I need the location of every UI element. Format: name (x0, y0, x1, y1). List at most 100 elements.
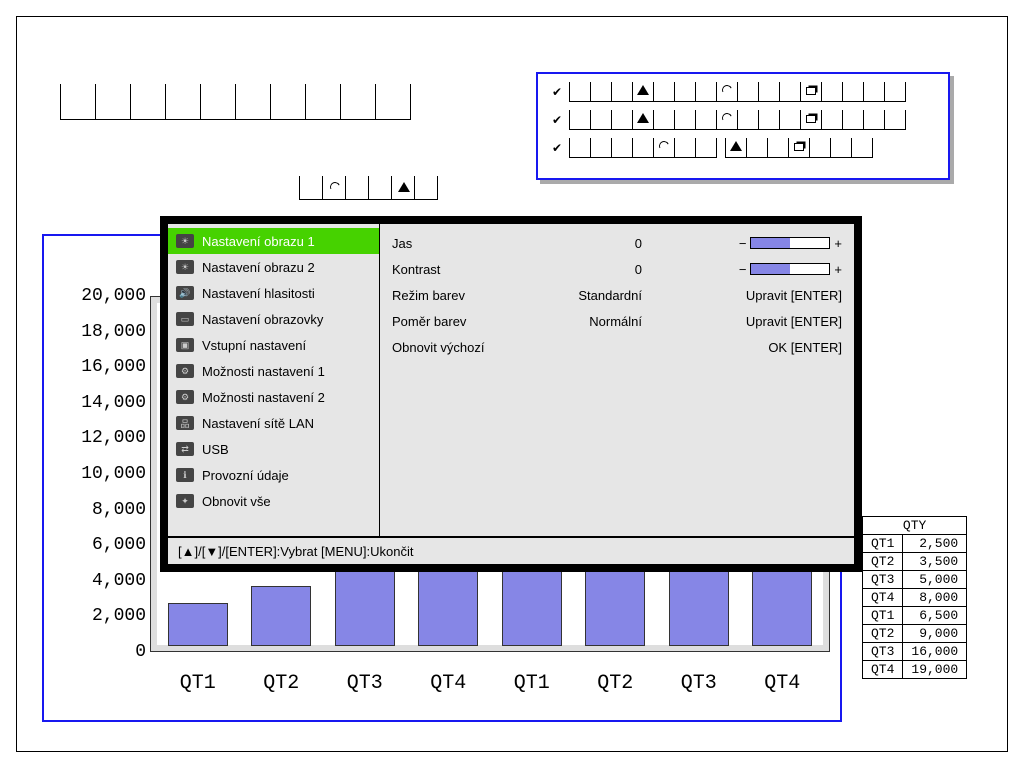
x-tick-label: QT3 (347, 672, 383, 695)
table-row: QT48,000 (863, 589, 967, 607)
y-tick-label: 20,000 (62, 286, 146, 306)
menu-item-icon: ▣ (176, 338, 194, 352)
osd-label: Poměr barev (392, 314, 552, 329)
x-tick-label: QT4 (430, 672, 466, 695)
menu-item-label: Možnosti nastavení 2 (202, 390, 325, 405)
osd-action: Upravit [ENTER] (652, 314, 842, 329)
osd-menu-item[interactable]: ℹ Provozní údaje (168, 462, 379, 488)
table-row: QT23,500 (863, 553, 967, 571)
osd-value: 0 (552, 236, 652, 251)
table-row: QT29,000 (863, 625, 967, 643)
legend-row: ✔ (552, 110, 934, 130)
check-icon: ✔ (552, 141, 562, 155)
menu-item-label: USB (202, 442, 229, 457)
menu-item-icon: 品 (176, 416, 194, 430)
osd-value: Standardní (552, 288, 652, 303)
y-tick-label: 0 (62, 642, 146, 662)
osd-label: Režim barev (392, 288, 552, 303)
plus-icon[interactable]: + (834, 236, 842, 251)
y-tick-label: 12,000 (62, 428, 146, 448)
y-tick-label: 6,000 (62, 535, 146, 555)
menu-item-icon: ☀ (176, 234, 194, 248)
table-row: QT16,500 (863, 607, 967, 625)
placeholder-subtitle-boxes (300, 176, 438, 200)
osd-setting-color-ratio[interactable]: Poměr barev Normální Upravit [ENTER] (392, 308, 842, 334)
chart-y-axis: 02,0004,0006,0008,00010,00012,00014,0001… (62, 296, 146, 652)
slider[interactable] (750, 263, 830, 275)
menu-item-label: Provozní údaje (202, 468, 289, 483)
y-tick-label: 14,000 (62, 393, 146, 413)
osd-menu-item[interactable]: ✦ Obnovit vše (168, 488, 379, 514)
osd-label: Kontrast (392, 262, 552, 277)
chart-bar (335, 560, 395, 646)
y-tick-label: 10,000 (62, 464, 146, 484)
legend-panel: ✔ ✔ ✔ (536, 72, 950, 180)
osd-action: Upravit [ENTER] (652, 288, 842, 303)
menu-item-label: Nastavení obrazovky (202, 312, 323, 327)
menu-item-icon: ℹ (176, 468, 194, 482)
qty-table: QTY QT12,500QT23,500QT35,000QT48,000QT16… (862, 516, 967, 679)
table-row: QT316,000 (863, 643, 967, 661)
osd-settings-panel: Jas 0 − + Kontrast 0 − + Režim barev (380, 224, 854, 536)
menu-item-label: Nastavení sítě LAN (202, 416, 314, 431)
osd-menu-item[interactable]: ▣ Vstupní nastavení (168, 332, 379, 358)
osd-label: Jas (392, 236, 552, 251)
osd-setting-brightness[interactable]: Jas 0 − + (392, 230, 842, 256)
x-tick-label: QT2 (263, 672, 299, 695)
menu-item-label: Nastavení hlasitosti (202, 286, 315, 301)
osd-menu: ☀Nastavení obrazu 1☀Nastavení obrazu 2🔊N… (160, 216, 862, 572)
x-tick-label: QT1 (180, 672, 216, 695)
osd-menu-item[interactable]: ⚙ Možnosti nastavení 2 (168, 384, 379, 410)
menu-item-label: Možnosti nastavení 1 (202, 364, 325, 379)
osd-menu-list: ☀Nastavení obrazu 1☀Nastavení obrazu 2🔊N… (168, 224, 380, 536)
osd-menu-item[interactable]: 🔊 Nastavení hlasitosti (168, 280, 379, 306)
legend-row: ✔ (552, 82, 934, 102)
osd-menu-item[interactable]: ☀Nastavení obrazu 1 (168, 228, 379, 254)
slider[interactable] (750, 237, 830, 249)
y-tick-label: 2,000 (62, 606, 146, 626)
osd-menu-item[interactable]: ☀ Nastavení obrazu 2 (168, 254, 379, 280)
placeholder-title-boxes (60, 84, 411, 120)
table-row: QT35,000 (863, 571, 967, 589)
chart-bar (168, 603, 228, 646)
x-tick-label: QT1 (514, 672, 550, 695)
table-row: QT12,500 (863, 535, 967, 553)
y-tick-label: 4,000 (62, 571, 146, 591)
menu-item-icon: ▭ (176, 312, 194, 326)
minus-icon[interactable]: − (739, 262, 747, 277)
osd-value: 0 (552, 262, 652, 277)
chart-bar (251, 586, 311, 646)
menu-item-icon: ⚙ (176, 364, 194, 378)
x-tick-label: QT2 (597, 672, 633, 695)
menu-item-label: Obnovit vše (202, 494, 271, 509)
osd-menu-item[interactable]: 品 Nastavení sítě LAN (168, 410, 379, 436)
osd-setting-color-mode[interactable]: Režim barev Standardní Upravit [ENTER] (392, 282, 842, 308)
osd-setting-reset[interactable]: Obnovit výchozí OK [ENTER] (392, 334, 842, 360)
osd-action: OK [ENTER] (652, 340, 842, 355)
y-tick-label: 18,000 (62, 322, 146, 342)
menu-item-label: Vstupní nastavení (202, 338, 306, 353)
osd-label: Obnovit výchozí (392, 340, 552, 355)
osd-menu-item[interactable]: ▭ Nastavení obrazovky (168, 306, 379, 332)
menu-item-icon: ⚙ (176, 390, 194, 404)
x-tick-label: QT3 (681, 672, 717, 695)
osd-menu-item[interactable]: ⚙ Možnosti nastavení 1 (168, 358, 379, 384)
x-tick-label: QT4 (764, 672, 800, 695)
y-tick-label: 16,000 (62, 357, 146, 377)
minus-icon[interactable]: − (739, 236, 747, 251)
osd-value: Normální (552, 314, 652, 329)
osd-menu-item[interactable]: ⇄USB (168, 436, 379, 462)
menu-item-icon: ✦ (176, 494, 194, 508)
y-tick-label: 8,000 (62, 500, 146, 520)
check-icon: ✔ (552, 113, 562, 127)
qty-table-header: QTY (863, 517, 967, 535)
legend-row: ✔ (552, 138, 934, 158)
osd-footer-hints: [▲]/[▼]/[ENTER]:Vybrat [MENU]:Ukončit (168, 536, 854, 564)
plus-icon[interactable]: + (834, 262, 842, 277)
menu-item-label: Nastavení obrazu 2 (202, 260, 315, 275)
osd-setting-contrast[interactable]: Kontrast 0 − + (392, 256, 842, 282)
menu-item-icon: 🔊 (176, 286, 194, 300)
menu-item-icon: ☀ (176, 260, 194, 274)
chart-x-axis: QT1 QT2 QT3 QT4 QT1 QT2 QT3 QT4 (156, 664, 824, 704)
table-row: QT419,000 (863, 661, 967, 679)
